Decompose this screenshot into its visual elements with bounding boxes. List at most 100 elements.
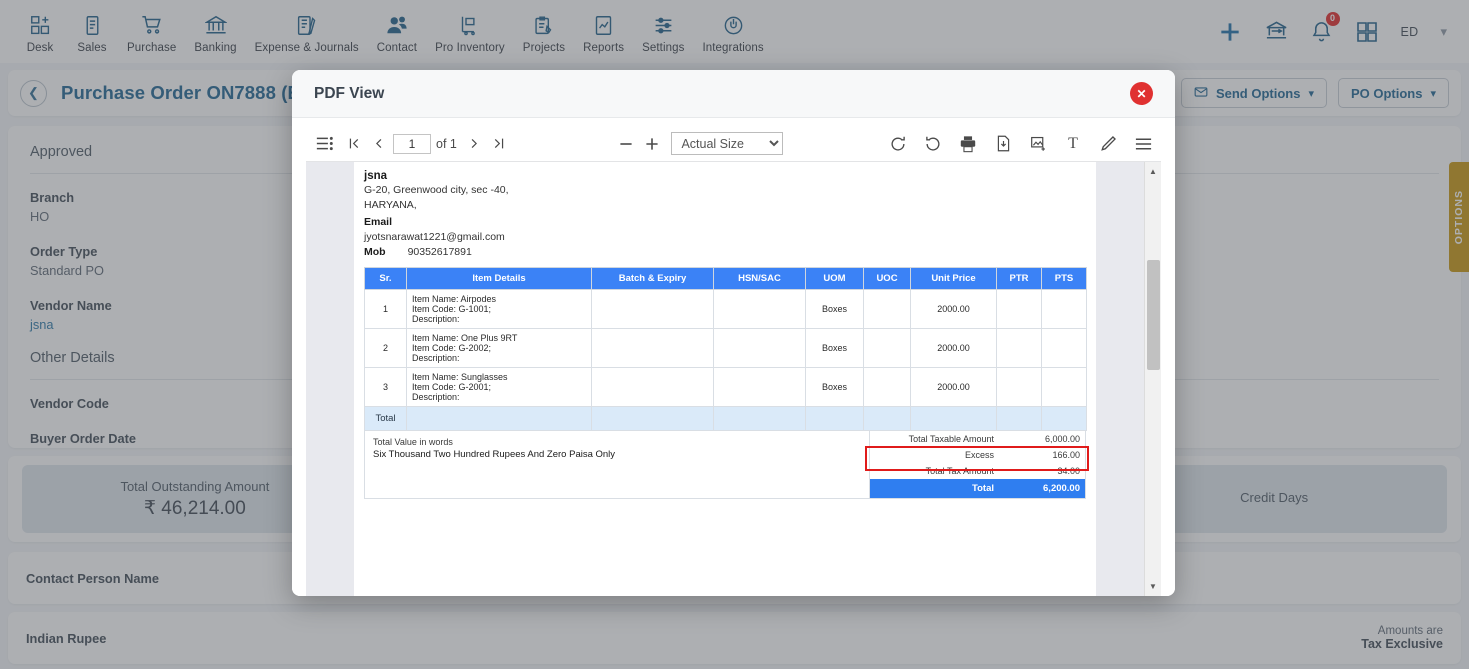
add-text-icon[interactable]: T <box>1061 132 1085 156</box>
pdf-view-modal: PDF View ✕ of 1 Actual Size <box>292 70 1175 596</box>
cell-uom: Boxes <box>806 368 864 407</box>
table-row: 3 Item Name: Sunglasses Item Code: G-200… <box>365 368 1087 407</box>
first-page-icon[interactable] <box>342 132 366 156</box>
rotate-clockwise-icon[interactable] <box>886 132 910 156</box>
total-cell <box>592 407 714 431</box>
cell-sr: 3 <box>365 368 407 407</box>
col-ptr: PTR <box>997 268 1042 290</box>
row-amount: 6,000.00 <box>1020 434 1080 444</box>
pdf-document-content: jsna G-20, Greenwood city, sec -40, HARY… <box>364 170 1086 499</box>
scroll-up-arrow-icon[interactable]: ▲ <box>1145 164 1161 179</box>
cell-unit-price: 2000.00 <box>911 329 997 368</box>
cell-item-name: Item Name: Airpodes <box>412 294 586 304</box>
next-page-icon[interactable] <box>463 132 487 156</box>
table-row: 1 Item Name: Airpodes Item Code: G-1001;… <box>365 290 1087 329</box>
pdf-page: jsna G-20, Greenwood city, sec -40, HARY… <box>354 162 1096 596</box>
total-cell <box>806 407 864 431</box>
previous-page-icon[interactable] <box>366 132 390 156</box>
totals-box: Total Taxable Amount 6,000.00 Excess 166… <box>869 431 1085 498</box>
cell-hsn <box>714 368 806 407</box>
cell-pts <box>1042 329 1087 368</box>
page-number-input[interactable] <box>393 134 431 154</box>
cell-hsn <box>714 290 806 329</box>
modal-header: PDF View ✕ <box>292 70 1175 118</box>
cell-hsn <box>714 329 806 368</box>
download-icon[interactable] <box>991 132 1015 156</box>
total-cell <box>1042 407 1087 431</box>
close-icon[interactable]: ✕ <box>1130 82 1153 105</box>
cell-ptr <box>997 290 1042 329</box>
modal-title: PDF View <box>314 85 384 103</box>
cell-sr: 2 <box>365 329 407 368</box>
rotate-counterclockwise-icon[interactable] <box>921 132 945 156</box>
page-total-label: of 1 <box>436 137 457 151</box>
col-pts: PTS <box>1042 268 1087 290</box>
scrollbar-thumb[interactable] <box>1147 260 1160 370</box>
cell-batch <box>592 329 714 368</box>
pdf-vendor-name: jsna <box>364 170 1086 182</box>
last-page-icon[interactable] <box>487 132 511 156</box>
highlighter-pen-icon[interactable] <box>1096 132 1120 156</box>
total-cell <box>911 407 997 431</box>
col-uoc: UOC <box>864 268 911 290</box>
pdf-page-area: jsna G-20, Greenwood city, sec -40, HARY… <box>306 162 1144 596</box>
row-label: Total Tax Amount <box>875 466 1020 476</box>
cell-item-name: Item Name: One Plus 9RT <box>412 333 586 343</box>
cell-pts <box>1042 290 1087 329</box>
pdf-table-header-row: Sr. Item Details Batch & Expiry HSN/SAC … <box>365 268 1087 290</box>
cell-item-code: Item Code: G-1001; <box>412 304 586 314</box>
words-label: Total Value in words <box>373 437 861 447</box>
pdf-vertical-scrollbar[interactable]: ▲ ▼ <box>1144 162 1161 596</box>
col-hsn-sac: HSN/SAC <box>714 268 806 290</box>
cell-uom: Boxes <box>806 329 864 368</box>
cell-item-details: Item Name: Airpodes Item Code: G-1001; D… <box>407 290 592 329</box>
pdf-scroll-container: jsna G-20, Greenwood city, sec -40, HARY… <box>306 162 1161 596</box>
zoom-level-select[interactable]: Actual Size <box>671 132 783 155</box>
cell-uoc <box>864 329 911 368</box>
sidebar-toggle-icon[interactable] <box>312 132 336 156</box>
row-label: Total Taxable Amount <box>875 434 1020 444</box>
cell-uoc <box>864 290 911 329</box>
total-tax-amount-row: Total Tax Amount 34.00 <box>870 463 1085 479</box>
cell-sr: 1 <box>365 290 407 329</box>
grand-total-row: Total 6,200.00 <box>870 479 1085 498</box>
pdf-email-label: Email <box>364 216 1086 228</box>
cell-ptr <box>997 329 1042 368</box>
total-label-cell: Total <box>365 407 407 431</box>
scroll-down-arrow-icon[interactable]: ▼ <box>1145 579 1161 594</box>
cell-item-description: Description: <box>412 353 586 363</box>
excess-row: Excess 166.00 <box>870 447 1085 463</box>
pdf-toolbar: of 1 Actual Size T <box>306 126 1161 162</box>
cell-batch <box>592 368 714 407</box>
table-row: 2 Item Name: One Plus 9RT Item Code: G-2… <box>365 329 1087 368</box>
pdf-address-line-2: HARYANA, <box>364 199 1086 212</box>
cell-uoc <box>864 368 911 407</box>
cell-item-details: Item Name: One Plus 9RT Item Code: G-200… <box>407 329 592 368</box>
words-value: Six Thousand Two Hundred Rupees And Zero… <box>373 449 861 460</box>
zoom-out-icon[interactable] <box>613 132 639 156</box>
print-icon[interactable] <box>956 132 980 156</box>
add-image-icon[interactable] <box>1026 132 1050 156</box>
modal-body: of 1 Actual Size T <box>292 118 1175 596</box>
cell-uom: Boxes <box>806 290 864 329</box>
cell-item-code: Item Code: G-2002; <box>412 343 586 353</box>
cell-unit-price: 2000.00 <box>911 368 997 407</box>
total-cell <box>864 407 911 431</box>
table-total-row: Total <box>365 407 1087 431</box>
row-label: Excess <box>875 450 1020 460</box>
menu-hamburger-icon[interactable] <box>1131 132 1155 156</box>
pdf-toolbar-right-icons: T <box>886 132 1155 156</box>
row-amount: 6,200.00 <box>1020 483 1080 494</box>
pdf-email-value: jyotsnarawat1221@gmail.com <box>364 231 1086 243</box>
pdf-items-table: Sr. Item Details Batch & Expiry HSN/SAC … <box>364 267 1087 431</box>
pdf-mob-value: 90352617891 <box>408 246 472 258</box>
col-uom: UOM <box>806 268 864 290</box>
cell-item-code: Item Code: G-2001; <box>412 382 586 392</box>
row-label: Total <box>875 483 1020 494</box>
row-amount: 34.00 <box>1020 466 1080 476</box>
pdf-summary-section: Total Value in words Six Thousand Two Hu… <box>364 431 1086 499</box>
zoom-in-icon[interactable] <box>639 132 665 156</box>
cell-item-details: Item Name: Sunglasses Item Code: G-2001;… <box>407 368 592 407</box>
row-amount: 166.00 <box>1020 450 1080 460</box>
cell-pts <box>1042 368 1087 407</box>
